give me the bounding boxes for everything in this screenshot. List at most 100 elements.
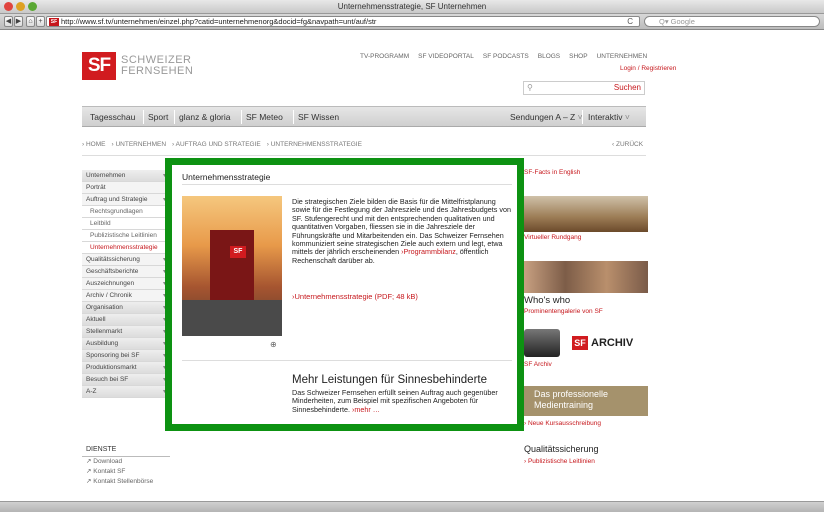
section-body: Das Schweizer Fernsehen erfüllt seinen A… (292, 388, 512, 414)
breadcrumb-item[interactable]: › HOME (82, 141, 105, 148)
left-nav-item[interactable]: Besuch bei SF▾ (82, 374, 170, 386)
celebrity-photo[interactable] (524, 261, 648, 293)
nav-separator (241, 110, 242, 124)
left-nav-item[interactable]: Auszeichnungen▾ (82, 278, 170, 290)
address-bar[interactable]: SF http://www.sf.tv/unternehmen/einzel.p… (46, 16, 640, 27)
divider (82, 155, 646, 156)
top-link[interactable]: UNTERNEHMEN (597, 53, 648, 60)
browser-toolbar: ◀ ▶ ⌂ + SF http://www.sf.tv/unternehmen/… (0, 14, 824, 30)
main-nav-dropdown[interactable]: Sendungen A – Z ˅ (510, 107, 583, 127)
virtual-tour-link[interactable]: Virtueller Rundgang (524, 234, 648, 241)
main-nav-item[interactable]: glanz & gloria (179, 107, 231, 127)
left-navigation: Unternehmen▾PorträtAuftrag und Strategie… (82, 170, 170, 398)
left-nav-item[interactable]: Ausbildung▾ (82, 338, 170, 350)
breadcrumb: › HOME › UNTERNEHMEN › AUFTRAG UND STRATEG… (82, 141, 362, 148)
main-nav-dropdown[interactable]: Interaktiv ˅ (588, 107, 630, 127)
section-body-text: Das Schweizer Fernsehen erfüllt seinen A… (292, 388, 498, 414)
search-icon: ⚲ (527, 83, 533, 92)
left-nav-item[interactable]: Stellenmarkt▾ (82, 326, 170, 338)
pdf-link[interactable]: ›Unternehmensstrategie (PDF; 48 kB) (292, 292, 418, 301)
whoswho-title: Who's who (524, 295, 571, 306)
left-nav-item[interactable]: Unternehmensstrategie (82, 242, 170, 254)
building-base (182, 300, 282, 336)
left-nav-item[interactable]: Porträt (82, 182, 170, 194)
archiv-image (524, 329, 560, 357)
back-link[interactable]: ‹ ZURÜCK (612, 141, 643, 148)
home-button[interactable]: ⌂ (26, 16, 35, 27)
photo-sf-mark: SF (230, 246, 246, 258)
main-nav-item[interactable]: SF Wissen (298, 107, 339, 127)
breadcrumb-item[interactable]: › UNTERNEHMENSSTRATEGIE (267, 141, 362, 148)
back-button[interactable]: ◀ (4, 16, 13, 27)
left-nav-item[interactable]: A-Z▾ (82, 386, 170, 398)
browser-search-placeholder: Q▾ Google (659, 17, 695, 26)
dienste-link[interactable]: ↗ Kontakt Stellenbörse (82, 477, 170, 487)
forward-button[interactable]: ▶ (14, 16, 23, 27)
left-nav-item[interactable]: Aktuell▾ (82, 314, 170, 326)
programmbilanz-link[interactable]: ›Programmbilanz (401, 247, 456, 256)
dienste-link[interactable]: ↗ Kontakt SF (82, 467, 170, 477)
login-link[interactable]: Login / Registrieren (620, 65, 676, 72)
left-nav-item[interactable]: Rechtsgrundlagen (82, 206, 170, 218)
reload-icon[interactable]: C (627, 17, 633, 27)
left-nav-item[interactable]: Produktionsmarkt▾ (82, 362, 170, 374)
top-links: TV-PROGRAMM SF VIDEOPORTAL SF PODCASTS BLOG… (360, 53, 647, 60)
left-nav-item[interactable]: Geschäftsberichte▾ (82, 266, 170, 278)
left-nav-item[interactable]: Sponsoring bei SF▾ (82, 350, 170, 362)
chevron-down-icon: ˅ (622, 112, 630, 122)
left-nav-item[interactable]: Archiv / Chronik▾ (82, 290, 170, 302)
dienste-box: DIENSTE ↗ Download ↗ Kontakt SF ↗ Kontakt … (82, 445, 170, 487)
left-nav-item[interactable]: Unternehmen▾ (82, 170, 170, 182)
more-link[interactable]: ›mehr … (352, 405, 380, 414)
nav-separator (174, 110, 175, 124)
right-column: SF-Facts in English Virtueller Rundgang … (524, 160, 648, 465)
medientraining-banner[interactable]: Das professionelle Medientraining (524, 386, 648, 416)
dienste-title: DIENSTE (82, 445, 170, 457)
search-button[interactable]: Suchen (614, 83, 641, 92)
section-title: Mehr Leistungen für Sinnesbehinderte (292, 374, 487, 386)
address-url: http://www.sf.tv/unternehmen/einzel.php?… (61, 17, 377, 26)
site-search-input[interactable]: ⚲ Suchen (523, 81, 645, 95)
top-link[interactable]: BLOGS (538, 53, 560, 60)
sf-archiv-link[interactable]: SF Archiv (524, 361, 648, 368)
archiv-banner[interactable]: SF ARCHIV (524, 328, 648, 358)
top-link[interactable]: SF VIDEOPORTAL (418, 53, 474, 60)
main-nav-item[interactable]: Sport (148, 107, 168, 127)
window-titlebar: Unternehmensstrategie, SF Unternehmen (0, 0, 824, 14)
top-link[interactable]: SHOP (569, 53, 587, 60)
leitlinien-link[interactable]: › Publizistische Leitlinien (524, 458, 648, 465)
left-nav-item[interactable]: Qualitätssicherung▾ (82, 254, 170, 266)
breadcrumb-item[interactable]: › UNTERNEHMEN (111, 141, 166, 148)
main-nav-item[interactable]: SF Meteo (246, 107, 283, 127)
site-favicon-icon: SF (49, 18, 59, 26)
article-body: Die strategischen Ziele bilden die Basis… (292, 197, 512, 265)
archiv-word: ARCHIV (591, 337, 634, 349)
nav-separator (143, 110, 144, 124)
logo-mark: SF (82, 52, 116, 80)
top-link[interactable]: SF PODCASTS (483, 53, 529, 60)
sf-logo[interactable]: SF SCHWEIZER FERNSEHEN (82, 52, 193, 80)
dienste-link[interactable]: ↗ Download (82, 457, 170, 467)
left-nav-item[interactable]: Organisation▾ (82, 302, 170, 314)
studio-photo[interactable] (524, 196, 648, 232)
top-link[interactable]: TV-PROGRAMM (360, 53, 409, 60)
zoom-icon[interactable]: ⊕ (270, 340, 277, 349)
building-photo[interactable]: SF (182, 196, 282, 336)
building-shape (210, 230, 254, 300)
nav-separator (293, 110, 294, 124)
left-nav-item[interactable]: Leitbild (82, 218, 170, 230)
main-nav-item[interactable]: Tagesschau (90, 107, 135, 127)
browser-search-field[interactable]: Q▾ Google (644, 16, 820, 27)
divider (182, 184, 512, 185)
window-title: Unternehmensstrategie, SF Unternehmen (337, 2, 487, 11)
left-nav-item[interactable]: Auftrag und Strategie▾ (82, 194, 170, 206)
kursausschreibung-link[interactable]: › Neue Kursausschreibung (524, 420, 648, 427)
logo-wordmark: SCHWEIZER FERNSEHEN (121, 54, 194, 77)
divider (182, 360, 512, 361)
gallery-link[interactable]: Prominentengalerie von SF (524, 308, 648, 315)
left-nav-item[interactable]: Publizistische Leitlinien (82, 230, 170, 242)
breadcrumb-item[interactable]: › AUFTRAG UND STRATEGIE (172, 141, 261, 148)
qs-title: Qualitätssicherung (524, 444, 599, 454)
sf-facts-link[interactable]: SF-Facts in English (524, 169, 648, 176)
add-bookmark-button[interactable]: + (36, 16, 45, 27)
